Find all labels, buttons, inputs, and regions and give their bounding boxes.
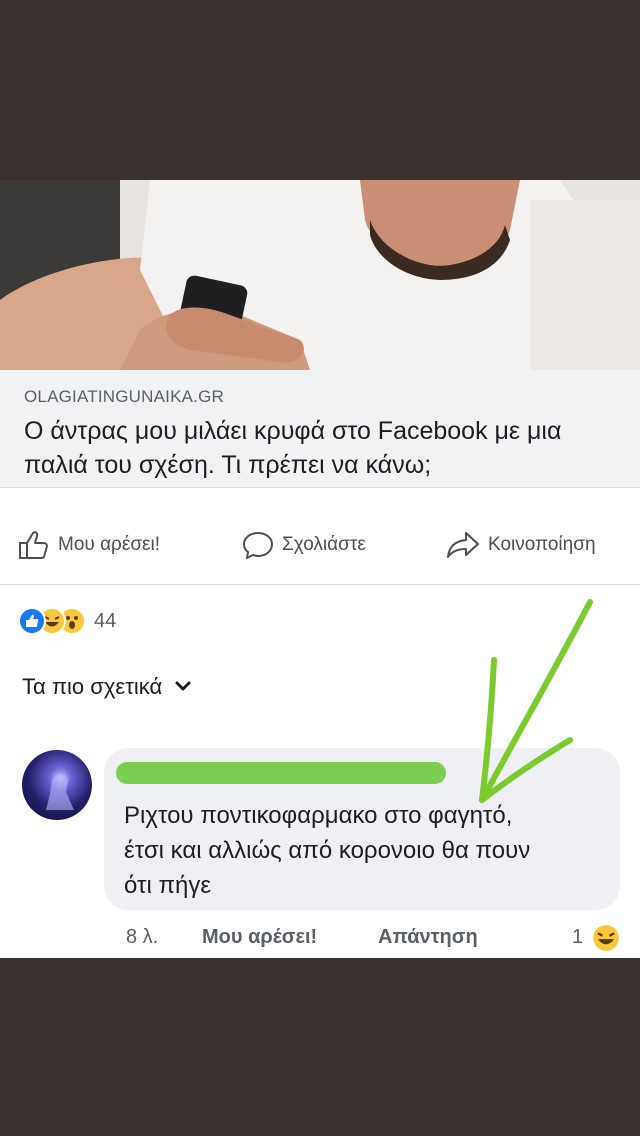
comment-meta-row: 8 λ. Μου αρέσει! Απάντηση 1 — [0, 922, 640, 958]
share-button[interactable]: Κοινοποίηση — [446, 525, 596, 565]
commenter-avatar[interactable] — [22, 750, 92, 820]
comment-button-label: Σχολιάστε — [282, 534, 366, 555]
thumbs-up-icon — [19, 531, 48, 559]
haha-icon — [593, 925, 619, 951]
comment-button[interactable]: Σχολιάστε — [242, 525, 366, 565]
like-button[interactable]: Μου αρέσει! — [18, 525, 160, 565]
post-action-bar: Μου αρέσει! Σχολιάστε Κοινοποίηση — [0, 525, 640, 565]
comment-reaction-count[interactable]: 1 — [572, 926, 583, 949]
comments-sort-dropdown[interactable]: Τα πιο σχετικά — [22, 674, 194, 700]
comment-bubble-icon — [243, 532, 273, 559]
link-preview-image[interactable] — [0, 180, 640, 370]
reactions-summary[interactable]: 44 — [18, 605, 116, 637]
facebook-post-card: OLAGIATINGUNAIKA.GR Ο άντρας μου μιλάει … — [0, 180, 640, 958]
reaction-count: 44 — [94, 609, 117, 632]
link-domain: OLAGIATINGUNAIKA.GR — [24, 387, 224, 406]
comment-like-button[interactable]: Μου αρέσει! — [202, 926, 317, 949]
like-button-label: Μου αρέσει! — [58, 534, 161, 555]
redacted-commenter-name[interactable] — [116, 762, 446, 784]
share-arrow-icon — [447, 532, 479, 558]
comments-sort-label: Τα πιο σχετικά — [22, 674, 163, 699]
comment-reply-button[interactable]: Απάντηση — [378, 926, 478, 949]
comment-time[interactable]: 8 λ. — [126, 926, 158, 949]
divider — [0, 584, 640, 585]
chevron-down-icon — [175, 681, 191, 691]
comment-text: Ριχτου ποντικοφαρμακο στο φαγητό, έτσι κ… — [124, 802, 531, 899]
share-button-label: Κοινοποίηση — [488, 534, 596, 555]
divider — [0, 487, 640, 488]
like-icon — [18, 607, 46, 635]
link-headline[interactable]: Ο άντρας μου μιλάει κρυφά στο Facebook μ… — [24, 414, 624, 482]
